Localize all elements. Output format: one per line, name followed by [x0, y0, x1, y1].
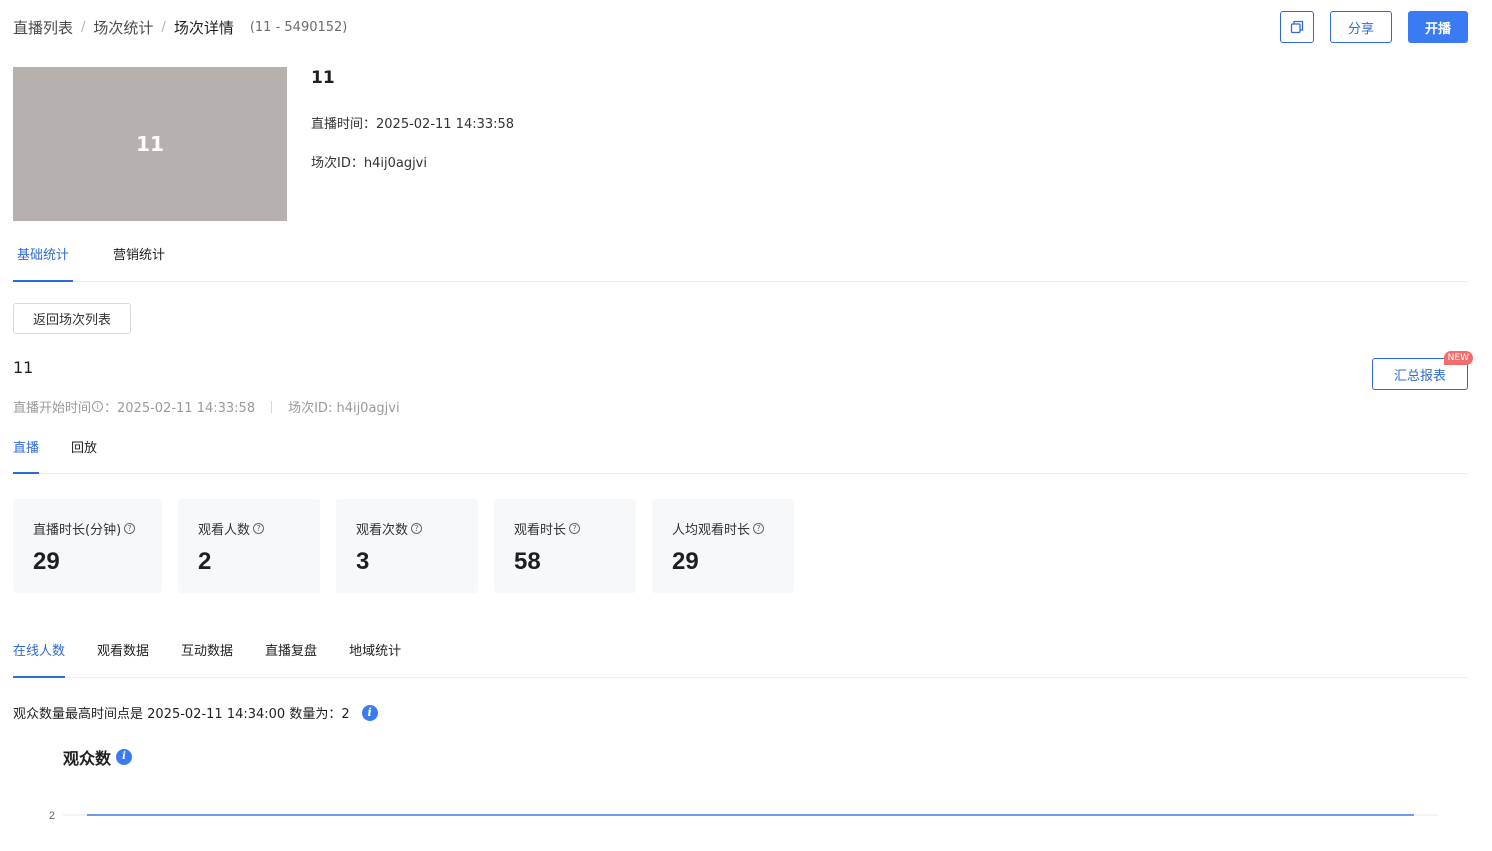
- session-title: 11: [13, 358, 34, 377]
- live-time: 直播时间：2025-02-11 14:33:58: [311, 117, 515, 132]
- breadcrumb: 直播列表 / 场次统计 / 场次详情 (11 - 5490152): [13, 16, 347, 38]
- question-circle-icon[interactable]: ?: [124, 523, 136, 534]
- breadcrumb-session-detail: 场次详情: [173, 18, 234, 37]
- breadcrumb-session-stats[interactable]: 场次统计: [93, 17, 153, 38]
- info-icon[interactable]: i: [361, 704, 378, 721]
- live-cover-image: 11: [13, 67, 287, 221]
- peak-summary: 观众数量最高时间点是 2025-02-11 14:34:00 数量为：2 i: [13, 703, 378, 722]
- stat-value: 3: [356, 548, 370, 575]
- peak-text: 观众数量最高时间点是 2025-02-11 14:34:00 数量为：2: [13, 707, 350, 722]
- chart-tabs: 在线人数 观看数据 互动数据 直播复盘 地域统计: [13, 640, 1468, 678]
- tab-marketing-stats[interactable]: 营销统计: [109, 244, 169, 281]
- new-badge: NEW: [1443, 351, 1473, 365]
- question-circle-icon[interactable]: ?: [569, 523, 581, 534]
- copy-button[interactable]: [1280, 11, 1314, 43]
- stat-card-views: 观看次数 ? 3: [336, 499, 478, 593]
- copy-icon: [1290, 20, 1304, 34]
- session-meta: 直播开始时间 i ：2025-02-11 14:33:58 场次ID: h4ij…: [13, 397, 400, 416]
- back-to-sessions-button[interactable]: 返回场次列表: [13, 303, 131, 334]
- main-tabs: 基础统计 营销统计: [13, 244, 1468, 282]
- audience-line-chart: 2: [49, 810, 1438, 822]
- stat-label: 观看人数: [198, 523, 251, 538]
- tab-replay[interactable]: 回放: [71, 437, 97, 473]
- breadcrumb-separator: /: [161, 19, 166, 35]
- question-circle-icon[interactable]: ?: [253, 523, 265, 534]
- share-button[interactable]: 分享: [1330, 11, 1392, 43]
- start-time-label: 直播开始时间: [13, 401, 92, 416]
- stat-label: 观看时长: [514, 523, 567, 538]
- session-id-text: 场次ID: h4ij0agjvi: [288, 401, 400, 416]
- stat-value: 2: [198, 548, 212, 575]
- stat-value: 29: [672, 548, 699, 575]
- live-title: 11: [311, 68, 335, 88]
- live-session-id: 场次ID：h4ij0agjvi: [311, 156, 427, 171]
- stat-card-watch-duration: 观看时长 ? 58: [494, 499, 636, 593]
- tab-online-users[interactable]: 在线人数: [13, 640, 66, 678]
- info-circle-icon[interactable]: i: [92, 401, 104, 412]
- start-live-button[interactable]: 开播: [1408, 11, 1468, 43]
- meta-divider: [271, 400, 273, 413]
- chart-title-text: 观众数: [63, 749, 112, 768]
- stat-value: 29: [33, 548, 60, 575]
- live-replay-tabs: 直播 回放: [13, 437, 1468, 474]
- report-button-wrap: 汇总报表 NEW: [1372, 351, 1473, 390]
- tab-region-stats[interactable]: 地域统计: [349, 640, 401, 677]
- question-circle-icon[interactable]: ?: [753, 523, 765, 534]
- stat-cards: 直播时长(分钟) ? 29 观看人数 ? 2 观看次数 ? 3 观看时长 ? 5…: [13, 499, 794, 593]
- tab-live-review[interactable]: 直播复盘: [265, 640, 317, 677]
- stat-label: 观看次数: [356, 523, 409, 538]
- breadcrumb-live-list[interactable]: 直播列表: [13, 17, 73, 38]
- header-actions: 分享 开播: [1280, 11, 1468, 43]
- stat-value: 58: [514, 548, 541, 575]
- chart-title: 观众数 i: [63, 745, 133, 769]
- breadcrumb-separator: /: [81, 19, 86, 35]
- start-time-value: ：2025-02-11 14:33:58: [104, 401, 256, 416]
- tab-interaction-data[interactable]: 互动数据: [181, 640, 233, 677]
- stat-label: 人均观看时长: [672, 523, 751, 538]
- stat-card-avg-duration: 人均观看时长 ? 29: [652, 499, 794, 593]
- y-tick-label: 2: [49, 810, 55, 822]
- stat-card-live-duration: 直播时长(分钟) ? 29: [13, 499, 162, 593]
- tab-basic-stats[interactable]: 基础统计: [13, 244, 74, 282]
- breadcrumb-session-code: (11 - 5490152): [249, 19, 348, 35]
- cover-text: 11: [136, 132, 164, 156]
- chart-info-icon[interactable]: i: [116, 749, 133, 765]
- tab-live[interactable]: 直播: [13, 437, 40, 474]
- question-circle-icon[interactable]: ?: [411, 523, 423, 534]
- stat-card-viewers: 观看人数 ? 2: [178, 499, 320, 593]
- stat-label: 直播时长(分钟): [33, 523, 122, 538]
- tab-viewing-data[interactable]: 观看数据: [97, 640, 149, 677]
